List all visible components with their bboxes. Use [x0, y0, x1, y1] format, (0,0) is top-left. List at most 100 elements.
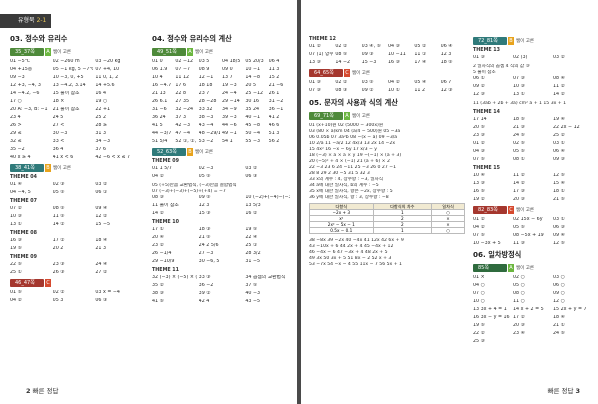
answer-grid: 01 ③ 02 (3) 03 ②: [473, 55, 591, 61]
answer-grid: 01 1 5/7 02 −3 03 ② 04 ② 05 ⑤ 06 ③: [152, 166, 290, 180]
answer-item: 02 ⑤: [513, 141, 525, 146]
answer-item: 24 ④: [95, 262, 108, 267]
answer-item: 14 ②: [513, 181, 525, 186]
answer-item: 12 ⑤: [553, 173, 565, 178]
answer-item: 19 ②: [473, 197, 485, 202]
answer-grid: 01 ② 02 ② 03 ④, ⑤ 04 ③ 05 ② 06 ④ 07 (1) 양수 08 ⑤…: [309, 44, 465, 66]
theme-label: THEME 09: [10, 255, 37, 260]
answer-item: 27 −3: [198, 251, 214, 256]
answer-item: 20 ⑤: [473, 125, 485, 130]
answer-grid: 08 ③ 09 ⑤ 10 (−2)+(−4)−(−3) 11 풀이 참조 12 3 13 …: [152, 195, 290, 217]
answer-item: 12 ③: [473, 92, 485, 97]
header-note: 쌤이 고른: [516, 266, 534, 271]
answer-item: 24 −4: [222, 91, 237, 96]
answer-item: 22 8: [175, 91, 187, 96]
section-title-equations: 06. 일차방정식: [473, 250, 522, 259]
answer-item: 41 x < 6: [52, 155, 74, 160]
level-badge: C: [508, 206, 514, 214]
answer-item: 13 3x + 4 = 1: [473, 307, 507, 312]
header-note: 쌤이 고른: [352, 71, 370, 76]
answer-item: 04 ②: [388, 80, 400, 85]
answer-item: 06 7: [440, 80, 452, 85]
answer-item: 51 3: [268, 131, 280, 136]
answer-item: 28 3/2: [245, 251, 261, 256]
answer-item: 17 14: [473, 117, 487, 122]
answer-item: 07 ○: [473, 291, 485, 296]
answer-item: 04 18/5: [222, 59, 241, 64]
page-label: 빠른 정답: [547, 387, 574, 395]
book-tag-title: 유형북: [18, 17, 35, 24]
answer-item: 02 −3: [198, 166, 214, 171]
answer-item: 03 −20 kg: [95, 59, 121, 64]
polynomial-table: 다항식 다항식의 차수 일차식 −2x + 3 1 ○ x² 2 × 2x² − 5x − 12…: [309, 203, 465, 234]
answer-item: 23 ③: [473, 133, 485, 138]
answer-item: 38 ③: [152, 291, 164, 296]
answer-item: 45 −8: [245, 123, 261, 128]
answer-item: 02 ③: [52, 182, 65, 187]
answer-item: 28 ≥: [95, 123, 107, 128]
answer-item: 12 ○: [553, 299, 565, 304]
section-header: 72_81쪽 B 쌤이 고른: [473, 37, 591, 45]
answer-item: 10 ①: [388, 88, 400, 93]
answer-item: 34 −9: [222, 107, 237, 112]
answer-item: 36 −2: [198, 283, 214, 288]
answer-item: 08 9: [198, 67, 210, 72]
answer-item: 19 ④: [553, 117, 565, 122]
answer-item: 05 ②: [414, 44, 427, 49]
answer-item: 17 ②: [513, 315, 525, 320]
answer-item: 10 ○: [473, 299, 485, 304]
level-badge: A: [45, 48, 51, 56]
answer-item: 05 20/3: [245, 59, 264, 64]
section-header: 85쪽 A 쌤이 고른: [473, 264, 591, 272]
answer-item: 26 −1/4: [152, 251, 172, 256]
answer-item: 02 (3): [513, 55, 528, 60]
answer-item: 12 ⑤: [553, 241, 565, 246]
answer-item: 14 +5.6: [95, 83, 115, 88]
section-title-integers: 03. 정수와 유리수: [10, 34, 68, 43]
answer-item: 22 ⑤: [10, 262, 22, 267]
answer-item: 23 ③: [52, 262, 65, 267]
answer-item: 33 32: [198, 107, 213, 112]
answer-item: 20 ③: [513, 323, 525, 328]
answer-item: 11 12: [175, 75, 190, 80]
answer-item: 30 −6, 5: [198, 259, 220, 264]
answer-item: 26 1: [268, 91, 280, 96]
answer-item: 16 ③: [10, 238, 22, 243]
header-note: 쌤이 고른: [195, 150, 213, 155]
answer-item: 02 15x − 6y: [513, 217, 543, 222]
answer-item: 38 −3: [198, 115, 214, 120]
answer-item: 11 2: [414, 88, 426, 93]
answer-item: 18 ③: [198, 227, 211, 232]
answer-item: 51 5/4: [152, 139, 168, 144]
answer-item: 34 −3: [95, 139, 111, 144]
theme-label: THEME 04: [10, 175, 37, 180]
page-range-label: 72_81쪽: [473, 37, 507, 45]
answer-item: 26 >: [10, 123, 22, 128]
answer-item: 05 ⑤: [513, 225, 525, 230]
answer-item: 11 ①: [414, 52, 427, 57]
answer-item: 01 ③: [309, 80, 321, 85]
answer-item: 08 ⑤: [52, 206, 65, 211]
page-number-right: 빠른 정답 3: [547, 385, 580, 395]
answer-item: 18 ⑤: [440, 60, 453, 65]
answer-item: 03 ○: [553, 275, 565, 280]
page-range-label: 52_63쪽: [152, 148, 186, 156]
answer-item: 24 2 5/6: [198, 243, 219, 248]
answer-item: 23 4: [10, 115, 21, 120]
answer-item: 09 ⑤: [198, 195, 211, 200]
header-note: 쌤이 고른: [53, 166, 71, 171]
answer-grid: 10 ④ 11 ② 12 ⑤ 13 ③ 14 ② 15 ④ 16 ⑤ 17 ③ 18 ① 19 ②…: [473, 173, 591, 203]
header-note: 쌤이 고른: [352, 114, 370, 119]
answer-item: 21 ①: [553, 323, 565, 328]
answer-item: 04 ②: [473, 225, 485, 230]
answer-item: 11 ②: [553, 84, 565, 89]
answer-item: 11 ○: [513, 299, 525, 304]
answer-grid: 01 ④ 02 ③ 03 ② 04 −4, 5 05 ⑤ 06 ①: [10, 182, 136, 196]
answer-item: 17 ○: [10, 99, 22, 104]
answer-item: 01 ②: [473, 217, 485, 222]
header-note: 쌤이 고른: [195, 50, 213, 55]
answer-item: 05 3: [52, 298, 64, 303]
column-expressions: THEME 12 01 ② 02 ② 03 ④, ⑤ 04 ③ 05 ② 06 ④ 07 (…: [309, 34, 465, 268]
answer-item: 48 −29/18: [198, 131, 220, 136]
section-header: 38_41쪽 B 쌤이 고른: [10, 164, 136, 172]
